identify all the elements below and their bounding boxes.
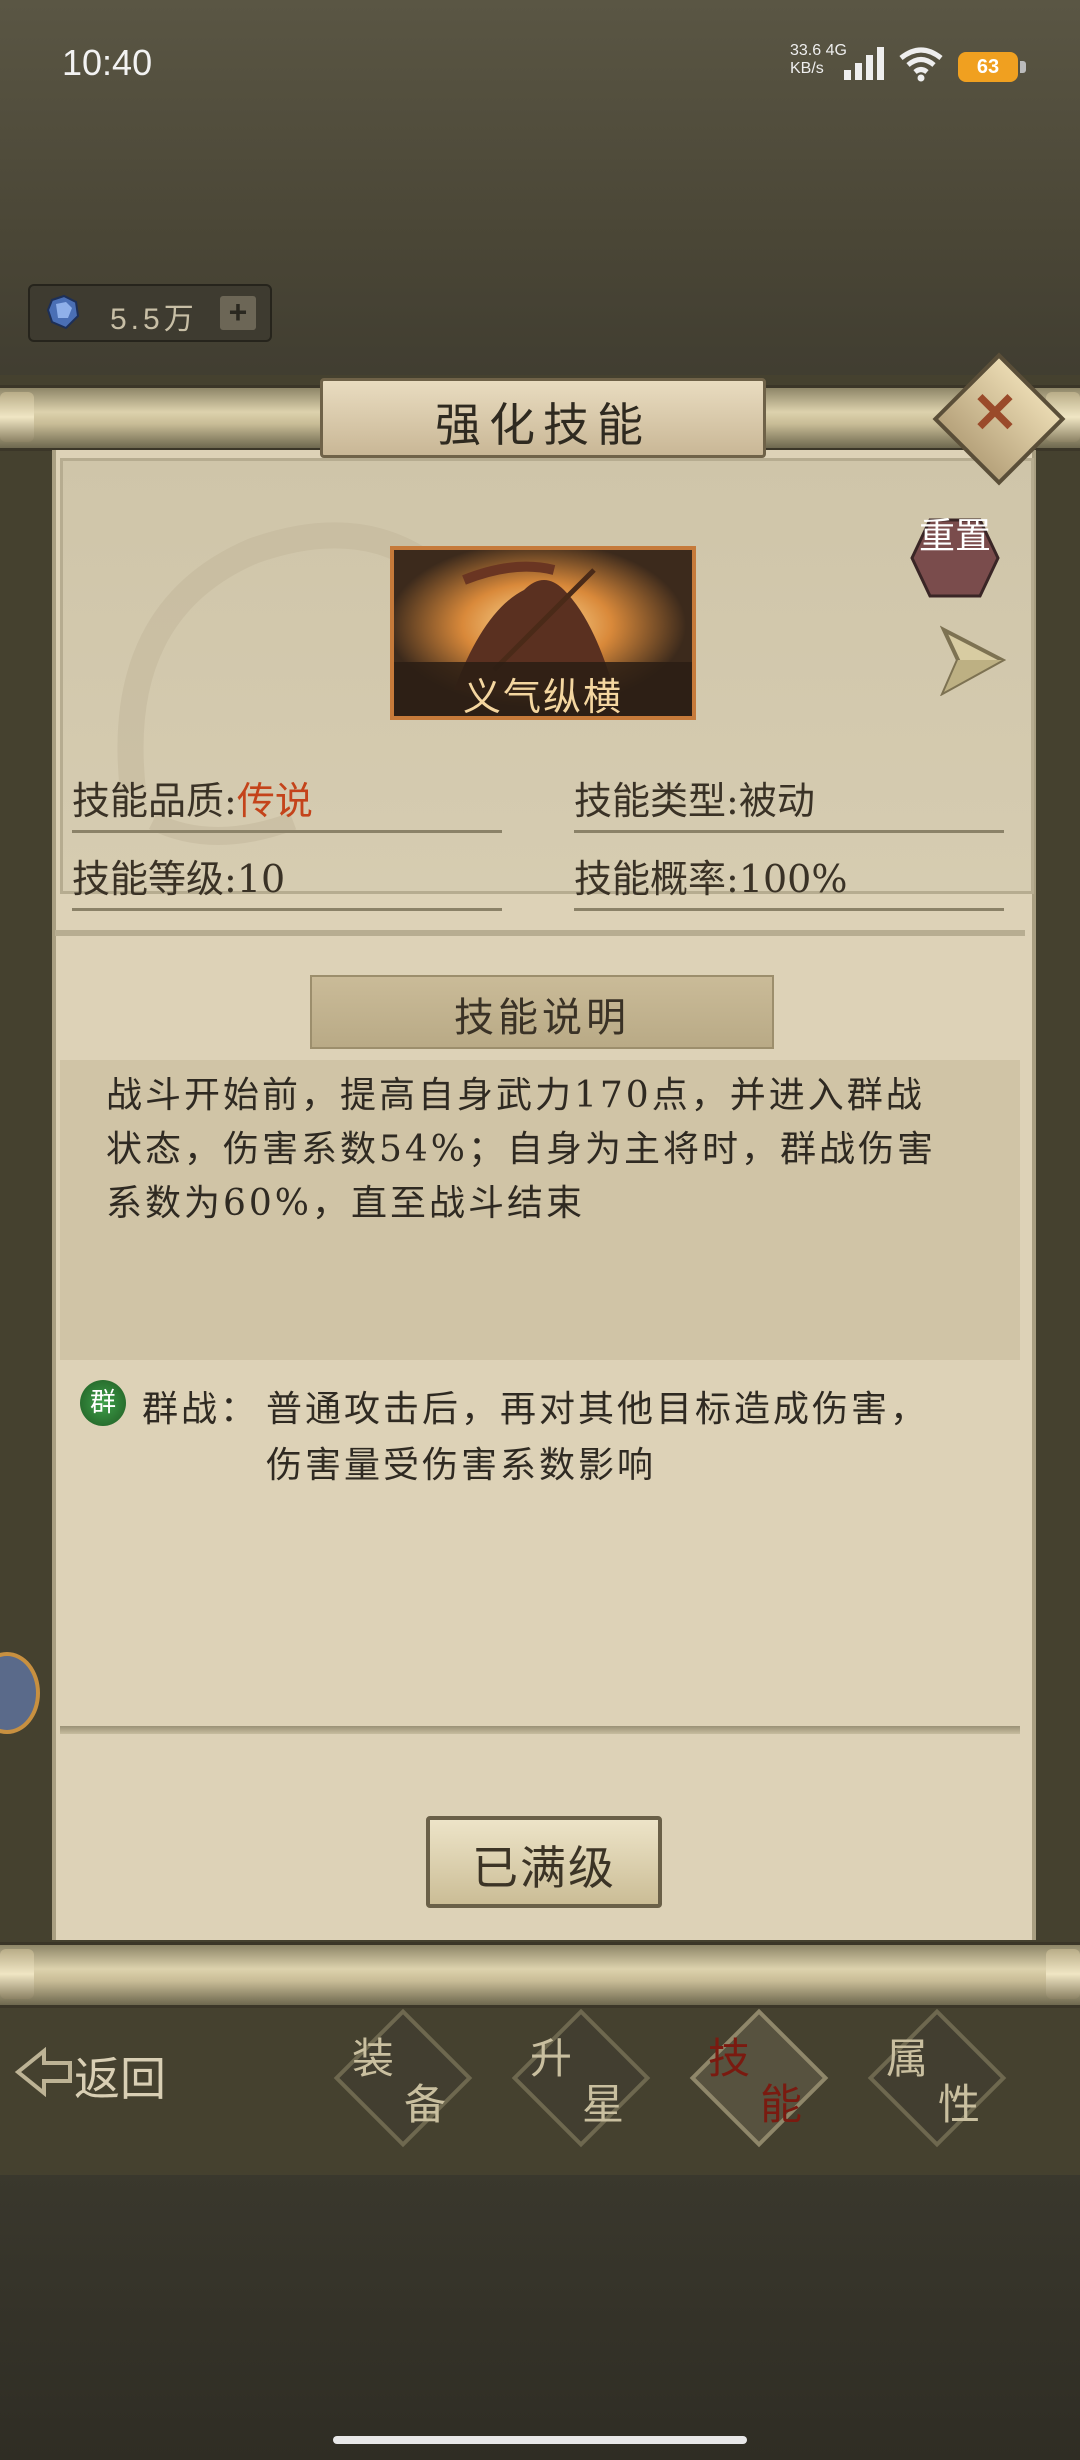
home-indicator[interactable]	[333, 2436, 747, 2444]
background-bottom	[0, 2140, 1080, 2460]
tab-char: 能	[760, 2080, 803, 2129]
note-label: 群战：	[142, 1389, 260, 1430]
tab-char: 性	[938, 2080, 981, 2129]
tab-equipment[interactable]: 装 备	[324, 2008, 474, 2148]
attr-quality-value: 传说	[236, 779, 313, 823]
attr-chance-value: 100%	[738, 857, 848, 901]
wifi-icon	[899, 47, 943, 82]
skill-name: 义气纵横	[462, 675, 623, 719]
reset-label: 重置	[918, 516, 991, 557]
scroll-rod-bottom	[0, 1942, 1080, 2008]
attr-chance: 技能概率:100%	[574, 848, 1004, 911]
attr-level: 技能等级:10	[72, 848, 502, 911]
dialog-title-plate: 强化技能	[320, 378, 766, 458]
dialog-title: 强化技能	[435, 398, 651, 452]
group-battle-badge: 群	[80, 1380, 126, 1426]
tab-char: 装	[352, 2034, 395, 2083]
description-line: 战斗开始前，提高自身武力170点，并进入群战	[106, 1075, 925, 1116]
share-arrow-icon[interactable]	[940, 622, 1006, 696]
note-line-2: 伤害量受伤害系数影响	[266, 1445, 657, 1486]
currency-display: 5.5万 +	[28, 284, 272, 342]
description-block: 战斗开始前，提高自身武力170点，并进入群战 状态，伤害系数54%；自身为主将时…	[60, 1060, 1020, 1360]
attr-chance-label: 技能概率:	[574, 857, 739, 901]
status-time: 10:40	[62, 42, 153, 83]
tab-char: 技	[708, 2034, 751, 2083]
max-level-button[interactable]: 已满级	[426, 1816, 662, 1908]
description-line: 状态，伤害系数54%；自身为主将时，群战伤害	[106, 1129, 937, 1170]
tab-attributes[interactable]: 属 性	[858, 2008, 1008, 2148]
net-speed: 33.6 4G KB/s	[790, 42, 850, 78]
back-label: 返回	[74, 2052, 166, 2106]
skill-card: 义气纵横	[390, 546, 696, 720]
bottom-nav: 返回 装 备 升 星 技 能 属 性	[0, 2005, 1080, 2148]
max-level-label: 已满级	[472, 1841, 616, 1895]
section-divider	[55, 930, 1025, 936]
tab-char: 升	[530, 2034, 573, 2083]
attr-level-value: 10	[236, 857, 286, 901]
description-line: 系数为60%，直至战斗结束	[106, 1183, 586, 1224]
description-header: 技能说明	[310, 975, 774, 1049]
back-button[interactable]: 返回	[14, 2029, 194, 2113]
tab-skills[interactable]: 技 能	[680, 2008, 830, 2148]
signal-icon	[844, 47, 884, 80]
attr-type-label: 技能类型:	[574, 779, 739, 823]
attr-level-label: 技能等级:	[72, 857, 237, 901]
currency-amount: 5.5万	[110, 303, 198, 336]
attr-quality-label: 技能品质:	[72, 779, 237, 823]
attr-quality: 技能品质:传说	[72, 770, 502, 833]
description-header-label: 技能说明	[454, 995, 630, 1041]
tab-char: 星	[582, 2080, 625, 2129]
tab-char: 备	[404, 2080, 447, 2129]
net-speed-unit: KB/s	[790, 60, 824, 77]
net-speed-value: 33.6	[790, 42, 822, 59]
rod-cap-left	[0, 392, 34, 442]
rod-cap-left-bottom	[0, 1949, 34, 1999]
close-icon[interactable]: ✕	[962, 380, 1028, 446]
note-line-1: 普通攻击后，再对其他目标造成伤害，	[266, 1389, 930, 1430]
bottom-divider	[60, 1726, 1020, 1734]
reset-button[interactable]: 重置	[910, 518, 1000, 598]
gem-icon	[46, 294, 80, 330]
attr-type-value: 被动	[738, 779, 815, 823]
attr-type: 技能类型:被动	[574, 770, 1004, 833]
tab-star-up[interactable]: 升 星	[502, 2008, 652, 2148]
back-arrow-icon	[14, 2047, 72, 2097]
add-currency-button[interactable]: +	[220, 296, 256, 330]
tab-char: 属	[886, 2034, 929, 2083]
status-bar: 10:40 33.6 4G KB/s 63	[0, 0, 1080, 130]
battery-indicator: 63	[958, 52, 1026, 82]
rod-cap-right-bottom	[1046, 1949, 1080, 1999]
